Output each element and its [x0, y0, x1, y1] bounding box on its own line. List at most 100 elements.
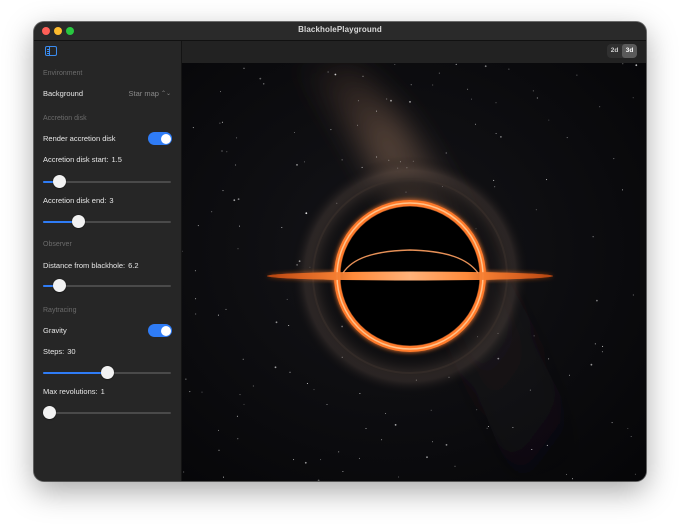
star [533, 335, 535, 337]
star [237, 198, 240, 201]
star [500, 136, 502, 138]
toggle-knob [160, 325, 171, 336]
star [218, 429, 219, 431]
background-label: Background [43, 89, 84, 98]
accretion-start-label-text: Accretion disk start: [43, 155, 109, 164]
distance-label-text: Distance from blackhole: [43, 261, 126, 270]
star [185, 378, 187, 380]
star [226, 151, 228, 153]
star [454, 465, 456, 467]
star [189, 391, 191, 393]
star [376, 110, 377, 112]
star [286, 298, 288, 300]
toolbar: 2d 3d [182, 41, 646, 63]
slider-thumb[interactable] [71, 215, 85, 228]
star [532, 90, 534, 92]
star [572, 478, 573, 480]
star [486, 427, 488, 429]
star [445, 152, 447, 154]
star [334, 73, 337, 76]
star [192, 127, 194, 129]
star [390, 99, 392, 102]
star [211, 211, 213, 213]
view-mode-2d-button[interactable]: 2d [607, 44, 622, 58]
render-viewport[interactable] [182, 63, 646, 481]
star [548, 358, 550, 360]
slider-thumb[interactable] [100, 366, 114, 379]
star [242, 358, 244, 360]
star [487, 426, 489, 427]
star [386, 98, 388, 100]
star [252, 385, 254, 387]
accretion-end-slider[interactable] [43, 215, 171, 228]
window-title: BlackholePlayground [298, 25, 382, 34]
star [365, 428, 367, 429]
star [259, 77, 262, 80]
star [219, 122, 221, 124]
star [327, 71, 329, 73]
steps-slider[interactable] [43, 366, 171, 379]
gravity-toggle[interactable] [148, 324, 172, 337]
star [197, 225, 199, 227]
star [288, 325, 290, 326]
view-mode-segmented-control[interactable]: 2d 3d [607, 44, 637, 58]
star [430, 409, 432, 411]
chevron-updown-icon: ⌃⌄ [160, 91, 171, 97]
star [381, 439, 383, 441]
star [635, 64, 638, 67]
accretion-start-slider[interactable] [43, 175, 171, 188]
section-header-environment: Environment [43, 70, 83, 77]
star [218, 449, 220, 451]
star [225, 308, 227, 310]
star [594, 343, 596, 345]
accretion-disk-front [267, 271, 553, 281]
distance-slider[interactable] [43, 279, 171, 292]
star [512, 427, 514, 428]
sidebar-toggle-icon[interactable] [45, 46, 57, 56]
star [410, 84, 412, 86]
star [357, 124, 358, 126]
star [274, 366, 277, 369]
star [275, 321, 278, 324]
star [476, 409, 478, 411]
star [289, 371, 291, 373]
view-mode-3d-button[interactable]: 3d [622, 44, 637, 58]
star [548, 119, 550, 121]
star [495, 102, 497, 104]
star [341, 159, 343, 161]
star [221, 121, 223, 123]
background-popup[interactable]: Star map ⌃⌄ [129, 89, 172, 98]
steps-label-text: Steps: [43, 347, 65, 356]
star [592, 236, 594, 238]
revolutions-slider[interactable] [43, 406, 171, 419]
star [611, 422, 613, 424]
star [217, 314, 219, 316]
star [475, 123, 476, 125]
star [535, 209, 537, 211]
gravity-label: Gravity [43, 326, 67, 335]
star [601, 351, 603, 353]
background-popup-value: Star map [128, 89, 159, 98]
star [326, 404, 328, 405]
star [235, 164, 237, 166]
star [239, 225, 240, 227]
star [342, 471, 344, 472]
star [445, 444, 448, 446]
slider-thumb[interactable] [43, 406, 56, 419]
star [634, 473, 636, 475]
star [304, 461, 307, 464]
star [394, 64, 396, 65]
revolutions-label: Max revolutions: 1 [43, 387, 105, 396]
accretion-end-label: Accretion disk end: 3 [43, 196, 114, 205]
render-accretion-toggle[interactable] [148, 132, 172, 145]
star [576, 74, 578, 76]
star [357, 100, 359, 102]
slider-thumb[interactable] [53, 279, 67, 292]
star [237, 438, 239, 440]
star [237, 248, 239, 250]
star [432, 84, 434, 86]
slider-thumb[interactable] [53, 175, 67, 188]
star [359, 393, 361, 394]
star [358, 457, 360, 459]
star [338, 451, 340, 453]
